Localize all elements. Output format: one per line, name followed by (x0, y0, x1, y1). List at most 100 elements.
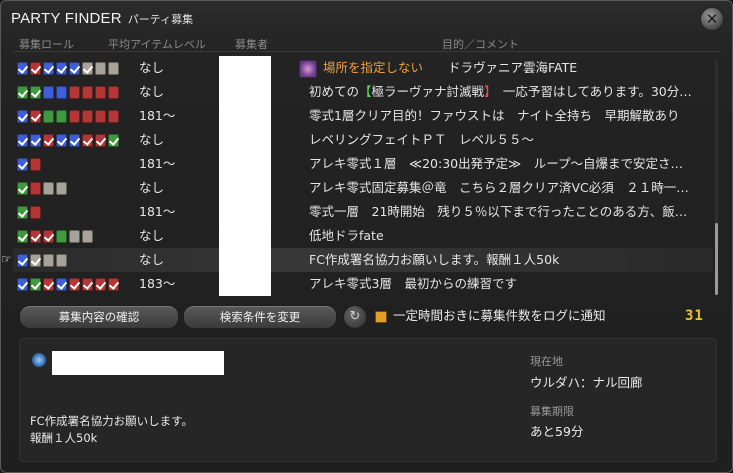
list-row[interactable]: なし アレキ零式固定募集＠竜 こちら２層クリア済VC必須 ２１時一… (13, 176, 713, 200)
leader-name (219, 248, 271, 272)
view-details-button[interactable]: 募集内容の確認 (19, 305, 179, 329)
tank-role-slot-icon (30, 134, 41, 147)
dps-role-slot-icon (95, 110, 106, 123)
role-slots (17, 86, 119, 99)
detail-leader-name (52, 351, 224, 375)
leader-name (219, 80, 271, 104)
list-row[interactable]: 181～ アレキ零式１層 ≪20:30出発予定≫ ループ～自爆まで安定さ… (13, 152, 713, 176)
healer-role-slot-icon (56, 110, 67, 123)
role-slots (17, 278, 119, 291)
leader-name (219, 152, 271, 176)
header-comment[interactable]: 目的／コメント (442, 36, 519, 52)
healer-role-slot-icon (56, 230, 67, 243)
healer-role-slot-icon (30, 86, 41, 99)
role-slots (17, 182, 67, 195)
comment: 零式1層クリア目的！ファウストは ナイト全持ち 早期解散あり (309, 108, 680, 123)
healer-role-slot-icon (17, 182, 28, 195)
change-search-button[interactable]: 検索条件を変更 (183, 305, 337, 329)
dps-role-slot-icon (95, 278, 106, 291)
tank-role-slot-icon (43, 86, 54, 99)
tank-role-slot-icon (17, 254, 28, 267)
comment: アレキ零式3層 最初からの練習です (309, 276, 517, 291)
comment: アレキ零式１層 ≪20:30出発予定≫ ループ～自爆まで安定さ… (309, 156, 683, 171)
comment: FC作成署名協力お願いします。報酬１人50k (309, 252, 560, 267)
comment: 低地ドラfate (309, 228, 384, 243)
dps-role-slot-icon (30, 230, 41, 243)
list-row[interactable]: 181～ 零式一層 21時開始 残り５％以下まで行ったことのある方、飯… (13, 200, 713, 224)
location-marker-icon (299, 60, 317, 78)
header-roles[interactable]: 募集ロール (19, 36, 74, 52)
action-bar: 募集内容の確認 検索条件を変更 ↻ 一定時間おきに募集件数をログに通知 31 (19, 305, 719, 329)
refresh-icon[interactable]: ↻ (343, 305, 367, 329)
dps-role-slot-icon (108, 110, 119, 123)
list-row[interactable]: なし 初めての【極ラーヴァナ討滅戦】 一応予習はしてあります。30分… (13, 80, 713, 104)
dps-role-slot-icon (108, 86, 119, 99)
avg-ilvl: なし (139, 84, 165, 99)
listing-count: 31 (685, 308, 704, 324)
location-text: 場所を指定しない (323, 60, 424, 75)
tank-role-slot-icon (56, 134, 67, 147)
comment: レベリングフェイトＰＴ レベル５５～ (309, 132, 535, 147)
comment-text: 一応予習はしてあります。30分… (490, 84, 692, 99)
dps-role-slot-icon (69, 110, 80, 123)
dps-role-slot-icon (82, 278, 93, 291)
empty-role-slot-icon (82, 62, 93, 75)
role-slots (17, 158, 41, 171)
tank-role-slot-icon (17, 110, 28, 123)
leader-name (219, 272, 271, 296)
list-row[interactable]: なし 場所を指定しない ドラヴァニア雲海FATE (13, 56, 713, 80)
comment: 場所を指定しない ドラヴァニア雲海FATE (323, 56, 723, 80)
dps-role-slot-icon (108, 278, 119, 291)
dps-role-slot-icon (82, 86, 93, 99)
role-slots (17, 62, 119, 75)
comment-text: 初めての (309, 84, 360, 99)
healer-role-slot-icon (108, 134, 119, 147)
party-icon (32, 353, 46, 367)
empty-role-slot-icon (82, 230, 93, 243)
role-slots (17, 206, 41, 219)
notify-checkbox[interactable] (375, 311, 387, 323)
list-row[interactable]: 183～ アレキ零式3層 最初からの練習です (13, 272, 713, 296)
comment-text: ドラヴァニア雲海FATE (423, 60, 578, 75)
window-subtitle: パーティ募集 (127, 13, 194, 26)
dps-role-slot-icon (30, 110, 41, 123)
avg-ilvl: 183～ (139, 276, 176, 291)
header-avg-ilvl[interactable]: 平均アイテムレベル (108, 36, 206, 52)
expiry-label: 募集期限 (530, 405, 574, 418)
title-bar: PARTY FINDER パーティ募集 (11, 10, 193, 30)
party-finder-window: PARTY FINDER パーティ募集 ✕ 募集ロール 平均アイテムレベル 募集… (0, 0, 733, 473)
tank-role-slot-icon (17, 134, 28, 147)
list-row[interactable]: なし レベリングフェイトＰＴ レベル５５～ (13, 128, 713, 152)
empty-role-slot-icon (43, 254, 54, 267)
tank-role-slot-icon (17, 278, 28, 291)
dps-role-slot-icon (30, 182, 41, 195)
hand-pointer-icon: ☞ (1, 252, 12, 266)
scrollbar-thumb[interactable] (715, 223, 718, 295)
dps-role-slot-icon (43, 278, 54, 291)
header-leader[interactable]: 募集者 (235, 36, 268, 52)
healer-role-slot-icon (43, 110, 54, 123)
comment: 初めての【極ラーヴァナ討滅戦】 一応予習はしてあります。30分… (309, 80, 709, 104)
avg-ilvl: なし (139, 60, 165, 75)
tank-role-slot-icon (17, 62, 28, 75)
list-row[interactable]: なし 低地ドラfate (13, 224, 713, 248)
detail-comment-line1: FC作成署名協力お願いします。 (30, 414, 193, 428)
dps-role-slot-icon (43, 134, 54, 147)
close-icon[interactable]: ✕ (700, 7, 724, 31)
list-row[interactable]: ☞ なし FC作成署名協力お願いします。報酬１人50k (1, 248, 713, 272)
location-value: ウルダハ：ナル回廊 (530, 375, 643, 390)
avg-ilvl: 181～ (139, 204, 176, 219)
avg-ilvl: なし (139, 228, 165, 243)
avg-ilvl: なし (139, 180, 165, 195)
leader-name (219, 176, 271, 200)
bracket-open: 【 (359, 84, 372, 99)
duty-name: 極ラーヴァナ討滅戦 (371, 84, 485, 99)
empty-role-slot-icon (43, 182, 54, 195)
tank-role-slot-icon (69, 134, 80, 147)
expiry-value: あと59分 (530, 424, 584, 439)
role-slots (17, 254, 67, 267)
empty-role-slot-icon (56, 182, 67, 195)
list-row[interactable]: 181～ 零式1層クリア目的！ファウストは ナイト全持ち 早期解散あり (13, 104, 713, 128)
empty-role-slot-icon (69, 230, 80, 243)
window-title: PARTY FINDER (11, 10, 122, 27)
